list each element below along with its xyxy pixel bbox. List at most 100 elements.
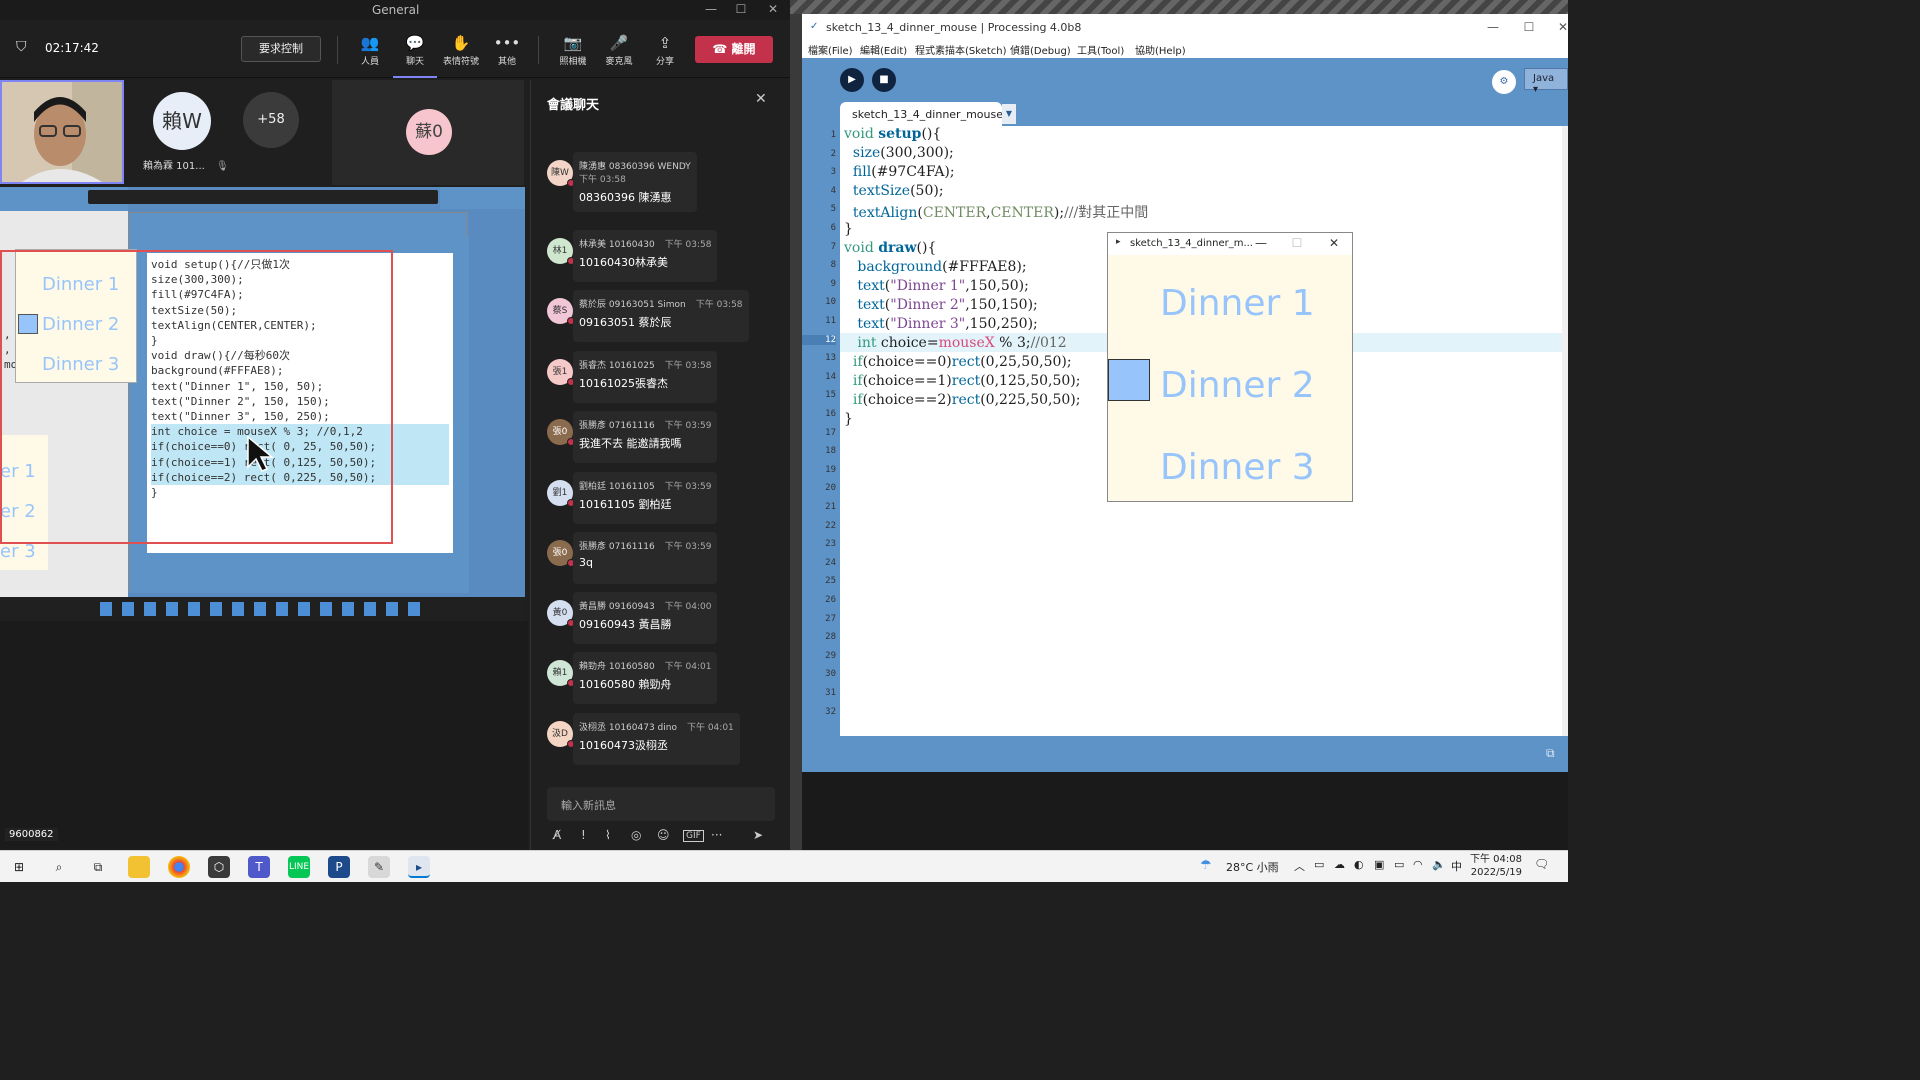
sketch-tab[interactable]: sketch_13_4_dinner_mouse [840,102,1003,126]
line-number: 30 [825,669,836,680]
maximize-icon[interactable]: ☐ [1514,20,1544,36]
share-button[interactable]: ⇪ 分享 [643,34,687,67]
chat-header: 張睿杰 10161025 下午 03:58 [579,358,711,371]
chat-button[interactable]: 💬 聊天 [393,34,437,78]
close-icon[interactable]: ✕ [758,2,788,18]
attach-icon[interactable]: ⌇ [605,828,611,842]
more-icon: ••• [493,34,521,52]
app-icon[interactable]: ⬡ [208,856,230,878]
close-icon[interactable]: ✕ [1319,236,1349,252]
line-number: 7 [830,241,836,252]
code-line: } [844,221,853,237]
more-options-icon[interactable]: ··· [711,828,722,842]
chat-bubble: 蔡於辰 09163051 Simon 下午 03:58 09163051 蔡於辰 [573,290,749,342]
maximize-icon[interactable]: ☐ [1282,236,1312,252]
teams-icon[interactable]: T [248,856,270,878]
leave-button[interactable]: ☎ 離開 [695,36,773,63]
volume-icon[interactable]: 🔈 [1432,858,1446,871]
close-icon[interactable]: ✕ [1548,20,1578,36]
mic-button[interactable]: 🎤 麥克風 [597,34,641,67]
minimize-icon[interactable]: — [1478,20,1508,36]
minimize-icon[interactable]: — [696,2,726,18]
clock[interactable]: 下午 04:08 2022/5/19 [1470,853,1522,879]
reactions-button[interactable]: ✋ 表情符號 [439,34,483,67]
tray-icon[interactable]: ▣ [1374,858,1384,871]
shared-taskbar-icons [100,602,430,616]
file-explorer-icon[interactable] [128,856,150,878]
participant-video[interactable] [0,80,124,184]
send-icon[interactable]: ➤ [753,828,763,842]
chrome-icon[interactable] [168,856,190,878]
menu-file[interactable]: 檔案(File) [808,42,853,57]
debug-toggle-icon[interactable]: ⚙ [1492,70,1516,94]
code-line: if(choice==0)rect(0,25,50,50); [852,354,1072,370]
selection-rect [1108,359,1150,401]
format-icon[interactable]: A̸ [553,828,561,842]
camera-button[interactable]: 📷 照相機 [551,34,595,67]
menu-tool[interactable]: 工具(Tool) [1077,42,1124,57]
chat-time: 下午 03:58 [664,240,712,250]
more-participants-button[interactable]: +58 [243,92,299,148]
paint-icon[interactable]: ✎ [368,856,390,878]
chat-sender: 劉柏廷 10161105 [579,482,655,492]
more-button[interactable]: ••• 其他 [485,34,529,67]
tab-menu-icon[interactable]: ▼ [1002,104,1016,124]
menu-sketch[interactable]: 程式素描本(Sketch) [915,42,1007,57]
chat-time: 下午 03:58 [695,300,743,310]
console-toggle-icon[interactable]: ⧉ [1546,746,1555,761]
chat-time: 下午 04:00 [664,602,712,612]
chat-bubble: 賴勁舟 10160580 下午 04:01 10160580 賴勁舟 [573,652,718,704]
emoji-icon[interactable]: ☺ [657,828,670,842]
line-icon[interactable]: LINE [288,856,310,878]
gif-icon[interactable]: GIF [683,830,704,842]
tray-icon[interactable]: ▭ [1314,858,1324,871]
wifi-icon[interactable]: ◠ [1413,858,1423,871]
request-control-button[interactable]: 要求控制 [241,36,321,62]
ime-indicator[interactable]: 中 [1451,858,1462,874]
dinner-option-1: Dinner 1 [1160,283,1315,324]
sketch-taskbar-icon[interactable]: ▸ [408,856,430,878]
chat-message-input[interactable]: 輸入新訊息 [547,787,775,821]
chat-sender: 賴勁舟 10160580 [579,662,655,672]
chat-text: 10161105 劉柏廷 [579,498,672,511]
code-line: text("Dinner 2",150,150); [857,297,1038,313]
tray-expand-icon[interactable]: ︿ [1294,858,1305,874]
line-number: 27 [825,613,836,624]
reactions-icon: ✋ [451,34,471,52]
weather-text[interactable]: 28°C 小雨 [1226,859,1279,875]
menu-help[interactable]: 協助(Help) [1135,42,1186,57]
battery-icon[interactable]: ▭ [1394,858,1404,871]
sketch-titlebar: ▸ sketch_13_4_dinner_m... — ☐ ✕ [1108,233,1352,255]
leave-label: 離開 [731,42,756,56]
task-view-icon[interactable]: ⧉ [87,856,109,878]
important-icon[interactable]: ! [581,828,586,842]
stop-button[interactable]: ■ [872,68,896,92]
shared-processing-toolbar [129,213,467,237]
minimize-icon[interactable]: — [1246,236,1276,252]
chat-avatar: 賴1 [547,660,575,687]
start-icon[interactable]: ⊞ [8,856,30,878]
loop-icon[interactable]: ◎ [631,828,641,842]
onedrive-icon[interactable]: ☁ [1334,858,1345,871]
participant-avatar[interactable]: 賴W [153,92,211,150]
processing-titlebar: ✓ sketch_13_4_dinner_mouse | Processing … [802,14,1568,42]
chat-avatar-initials: 張0 [552,427,568,437]
menu-edit[interactable]: 編輯(Edit) [860,42,907,57]
tray-icon[interactable]: ◐ [1354,858,1364,871]
notification-icon[interactable]: 🗨 [1534,857,1549,871]
maximize-icon[interactable]: ☐ [726,2,756,18]
chat-sender: 蔡於辰 09163051 Simon [579,300,686,310]
mic-off-icon: 🎤 [609,34,629,52]
processing-icon[interactable]: P [328,856,350,878]
close-chat-icon[interactable]: ✕ [755,91,767,107]
search-icon[interactable]: ⌕ [48,856,70,878]
line-number: 1 [830,130,836,140]
clock-date: 2022/5/19 [1470,867,1522,878]
people-button[interactable]: 👥 人員 [348,34,392,67]
menu-debug[interactable]: 偵錯(Debug) [1010,42,1071,57]
mode-selector[interactable]: Java ▾ [1524,68,1568,95]
toolbar-divider [337,36,338,64]
run-button[interactable]: ▶ [840,68,864,92]
chat-icon: 💬 [405,34,425,52]
processing-toolbar: ▶ ■ ⚙ Java ▾ [802,58,1568,98]
